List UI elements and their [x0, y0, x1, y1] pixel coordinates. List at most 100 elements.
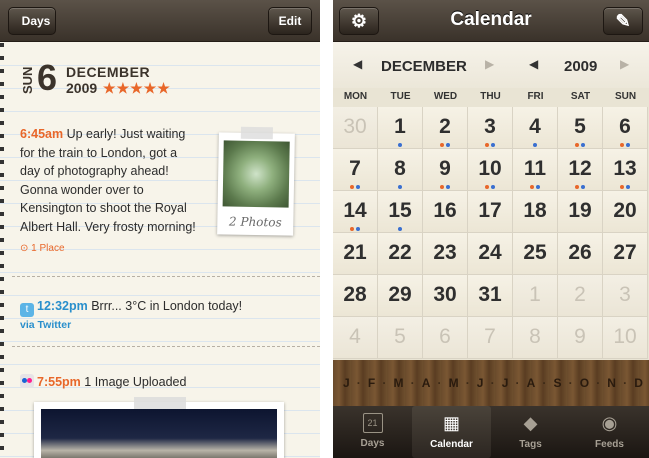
month-letter[interactable]: M: [449, 376, 459, 390]
day-number: 25: [523, 241, 547, 264]
day-number: 17: [478, 199, 502, 222]
uploaded-photo[interactable]: [34, 397, 284, 458]
tab-days[interactable]: 21 Days: [333, 406, 412, 458]
day-cell[interactable]: 10: [603, 317, 648, 359]
day-cell[interactable]: 16: [423, 191, 468, 233]
day-cell[interactable]: 30: [333, 107, 378, 149]
day-cell[interactable]: 18: [513, 191, 558, 233]
tab-calendar[interactable]: ▦ Calendar: [412, 406, 491, 458]
month-letter[interactable]: S: [554, 376, 562, 390]
month-letter[interactable]: D: [634, 376, 643, 390]
twitter-entry[interactable]: t 12:32pm Brrr... 3°C in London today!: [20, 297, 310, 317]
day-cell[interactable]: 28: [333, 275, 378, 317]
day-cell[interactable]: 5: [378, 317, 423, 359]
tab-tags[interactable]: ◆ Tags: [491, 406, 570, 458]
settings-button[interactable]: ⚙: [339, 7, 379, 35]
entry-line: Gonna wonder over to: [20, 182, 144, 197]
day-cell[interactable]: 23: [423, 233, 468, 275]
weekday-label: TUE: [390, 91, 411, 102]
day-number: 13: [613, 157, 637, 180]
journal-entry-text[interactable]: 6:45am Up early! Just waiting for the tr…: [20, 125, 220, 236]
month-letter[interactable]: J: [502, 376, 509, 390]
day-number: 5: [394, 325, 406, 348]
day-cell[interactable]: 30: [423, 275, 468, 317]
day-cell[interactable]: 4: [333, 317, 378, 359]
day-cell[interactable]: 8: [378, 149, 423, 191]
day-cell[interactable]: 11: [513, 149, 558, 191]
entry-dot: [485, 143, 489, 147]
day-cell[interactable]: 25: [513, 233, 558, 275]
day-cell[interactable]: 17: [468, 191, 513, 233]
day-cell[interactable]: 13: [603, 149, 648, 191]
via-twitter-link[interactable]: via Twitter: [20, 319, 71, 331]
month-letter[interactable]: J: [343, 376, 350, 390]
days-back-button[interactable]: Days: [8, 7, 56, 35]
entry-dots: [423, 183, 467, 189]
calendar-day-icon: 21: [362, 413, 383, 433]
month-letter[interactable]: M: [393, 376, 403, 390]
day-cell[interactable]: 3: [468, 107, 513, 149]
entry-dots: [378, 141, 422, 147]
day-cell[interactable]: 14: [333, 191, 378, 233]
month-scrubber[interactable]: J · F · M · A · M · J · J · A · S · O · N · D: [333, 360, 649, 406]
day-cell[interactable]: 8: [513, 317, 558, 359]
day-number: 11: [523, 157, 547, 180]
entry-line: day of photography ahead!: [20, 164, 169, 178]
month-letter[interactable]: N: [607, 376, 616, 390]
day-cell[interactable]: 7: [333, 149, 378, 191]
day-number: 20: [613, 199, 637, 222]
photo-polaroid[interactable]: 2 Photos: [217, 126, 295, 236]
day-cell[interactable]: 5: [558, 107, 603, 149]
day-cell[interactable]: 10: [468, 149, 513, 191]
day-cell[interactable]: 6: [603, 107, 648, 149]
day-cell[interactable]: 9: [423, 149, 468, 191]
month-letter[interactable]: F: [368, 376, 375, 390]
day-cell[interactable]: 31: [468, 275, 513, 317]
day-cell[interactable]: 27: [603, 233, 648, 275]
place-link[interactable]: ⊙ 1 Place: [20, 243, 65, 254]
entry-dot: [440, 143, 444, 147]
month-letter[interactable]: A: [422, 376, 431, 390]
star-rating[interactable]: ★★★★★: [103, 80, 171, 96]
weekday-label: SAT: [570, 91, 591, 102]
day-cell[interactable]: 15: [378, 191, 423, 233]
month-year-selector: ◀ DECEMBER ▶ ◀ 2009 ▶: [333, 42, 649, 88]
next-month-arrow-icon[interactable]: ▶: [485, 57, 494, 71]
month-letter[interactable]: A: [527, 376, 536, 390]
day-cell[interactable]: 21: [333, 233, 378, 275]
entry-dot: [626, 143, 630, 147]
day-cell[interactable]: 9: [558, 317, 603, 359]
month-letter[interactable]: J: [477, 376, 484, 390]
nav-title: Calendar: [450, 9, 532, 30]
next-year-arrow-icon[interactable]: ▶: [620, 57, 629, 71]
compose-button[interactable]: ✎: [603, 7, 643, 35]
separator: ·: [542, 376, 547, 390]
flickr-entry[interactable]: 7:55pm 1 Image Uploaded: [20, 373, 310, 392]
day-cell[interactable]: 20: [603, 191, 648, 233]
day-cell[interactable]: 26: [558, 233, 603, 275]
day-cell[interactable]: 7: [468, 317, 513, 359]
edit-button[interactable]: Edit: [268, 7, 312, 35]
day-cell[interactable]: 24: [468, 233, 513, 275]
tab-feeds[interactable]: ◉ Feeds: [570, 406, 649, 458]
day-cell[interactable]: 12: [558, 149, 603, 191]
day-cell[interactable]: 2: [558, 275, 603, 317]
day-cell[interactable]: 22: [378, 233, 423, 275]
day-cell[interactable]: 1: [378, 107, 423, 149]
day-number: 22: [388, 241, 412, 264]
day-cell[interactable]: 4: [513, 107, 558, 149]
day-cell[interactable]: 6: [423, 317, 468, 359]
prev-month-arrow-icon[interactable]: ◀: [353, 57, 362, 71]
month-letter[interactable]: O: [580, 376, 589, 390]
entry-line: for the train to London, got a: [20, 145, 178, 160]
weekday-label: SUN: [20, 66, 35, 94]
day-number: 6: [37, 57, 58, 98]
entry-text: 1 Image Uploaded: [84, 375, 187, 389]
prev-year-arrow-icon[interactable]: ◀: [529, 57, 538, 71]
day-cell[interactable]: 19: [558, 191, 603, 233]
frosted-leaf-photo: [222, 140, 290, 208]
day-cell[interactable]: 1: [513, 275, 558, 317]
day-cell[interactable]: 29: [378, 275, 423, 317]
day-cell[interactable]: 3: [603, 275, 648, 317]
day-cell[interactable]: 2: [423, 107, 468, 149]
